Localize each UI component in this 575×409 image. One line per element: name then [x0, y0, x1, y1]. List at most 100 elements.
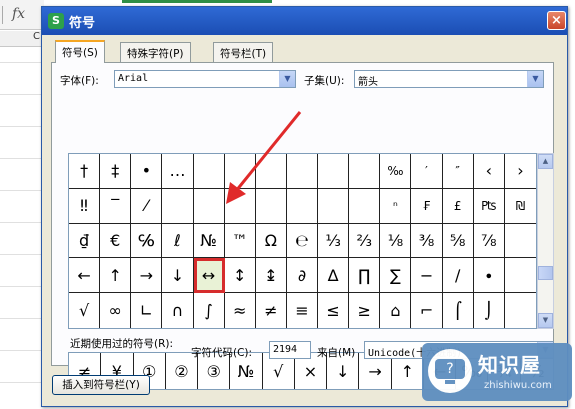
symbol-cell[interactable] [193, 188, 225, 224]
symbol-cell[interactable]: ∏ [349, 258, 381, 294]
symbol-cell[interactable]: ℮ [286, 223, 319, 259]
sheet-row-line [0, 382, 44, 383]
symbol-cell[interactable]: ‼ [69, 188, 101, 224]
symbol-cell[interactable]: ↓ [162, 258, 194, 294]
symbol-cell[interactable] [504, 258, 536, 294]
symbol-cell[interactable] [224, 154, 256, 189]
monitor-screen: ? [435, 359, 465, 379]
symbol-cell[interactable] [286, 154, 319, 189]
symbol-cell[interactable]: ∑ [380, 258, 412, 294]
symbol-cell[interactable]: ‾ [100, 188, 132, 224]
font-select[interactable]: Arial ▼ [114, 70, 296, 88]
symbol-cell[interactable]: ′ [411, 154, 443, 189]
symbol-cell[interactable]: ⌐ [411, 293, 443, 328]
symbol-cell[interactable]: ⌂ [380, 293, 412, 328]
symbol-cell[interactable]: ← [69, 258, 101, 294]
symbol-cell[interactable]: › [504, 154, 536, 189]
symbol-cell[interactable]: ↨ [255, 258, 287, 294]
scroll-down-icon[interactable]: ▼ [538, 313, 553, 328]
tab-symbols[interactable]: 符号(S) [55, 40, 105, 63]
symbol-cell[interactable]: − [411, 258, 443, 294]
symbol-cell[interactable] [255, 188, 287, 224]
symbol-cell[interactable]: ⅞ [473, 223, 505, 259]
symbol-cell[interactable]: … [162, 154, 194, 189]
symbol-cell[interactable]: ∆ [318, 258, 350, 294]
symbol-cell[interactable]: ∞ [100, 293, 132, 328]
symbol-cell[interactable]: ₫ [69, 223, 101, 259]
symbol-cell[interactable]: ₧ [473, 188, 505, 224]
monitor-stand [445, 380, 455, 384]
char-code-input[interactable]: 2194 [269, 341, 311, 359]
symbol-cell[interactable]: ₣ [411, 188, 443, 224]
symbol-cell[interactable]: • [131, 154, 163, 189]
tab-special-characters[interactable]: 特殊字符(P) [120, 42, 191, 62]
symbol-cell[interactable]: ⁄ [131, 188, 163, 224]
symbol-cell[interactable]: ™ [224, 223, 256, 259]
column-header-c[interactable]: C [33, 31, 40, 42]
symbol-cell[interactable] [286, 188, 319, 224]
symbol-cell[interactable]: ≠ [256, 293, 287, 328]
dialog-titlebar[interactable]: S 符号 × [42, 7, 567, 35]
symbol-cell[interactable]: ↑ [100, 258, 132, 294]
symbol-cell[interactable] [504, 224, 536, 259]
symbol-cell[interactable] [193, 154, 225, 189]
symbol-cell[interactable]: € [100, 223, 132, 259]
chevron-down-icon[interactable]: ▼ [279, 71, 295, 87]
symbol-cell[interactable]: ″ [442, 154, 474, 189]
symbol-cell[interactable]: ⅔ [349, 223, 381, 259]
scroll-up-icon[interactable]: ▲ [538, 154, 553, 169]
symbol-cell[interactable]: ≤ [318, 293, 350, 328]
symbol-cell[interactable]: √ [69, 293, 101, 328]
symbol-cell[interactable] [349, 188, 381, 224]
symbol-cell[interactable]: ⅓ [318, 223, 350, 259]
symbol-cell[interactable]: Ω [255, 223, 287, 259]
symbol-cell[interactable]: ∩ [162, 293, 194, 328]
symbol-grid-scrollbar[interactable]: ▲ ▼ [537, 153, 554, 329]
symbol-cell[interactable] [318, 188, 350, 224]
scrollbar-thumb[interactable] [538, 266, 553, 280]
symbol-cell[interactable]: → [131, 258, 163, 294]
symbol-cell[interactable]: ‡ [100, 154, 132, 189]
symbol-cell[interactable]: ∙ [473, 258, 505, 294]
symbol-cell[interactable]: ⌠ [443, 293, 474, 328]
sheet-row-line [0, 350, 44, 351]
fx-icon[interactable]: fx [12, 6, 25, 22]
symbol-cell-selected[interactable]: ↔ [193, 258, 225, 294]
symbol-cell[interactable]: ℅ [131, 223, 163, 259]
insert-to-symbol-bar-button[interactable]: 插入到符号栏(Y) [52, 375, 150, 395]
symbol-cell[interactable]: ‰ [380, 154, 412, 189]
symbol-cell[interactable]: ∟ [131, 293, 163, 328]
symbol-cell[interactable]: ℓ [162, 223, 194, 259]
symbol-cell[interactable]: ⌡ [474, 293, 505, 328]
symbol-cell[interactable]: £ [442, 188, 474, 224]
symbol-cell[interactable]: ≈ [225, 293, 256, 328]
symbol-cell[interactable]: ⅛ [380, 223, 412, 259]
close-button[interactable]: × [547, 11, 566, 30]
symbol-cell[interactable]: ⅜ [411, 223, 443, 259]
symbol-cell[interactable]: ≥ [349, 293, 381, 328]
formula-bar-separator [2, 6, 3, 24]
tab-symbol-bar[interactable]: 符号栏(T) [213, 42, 274, 62]
symbol-cell[interactable]: ∂ [286, 258, 319, 294]
sheet-row-line [0, 190, 44, 191]
symbol-cell[interactable]: ⅝ [442, 223, 474, 259]
symbol-cell[interactable]: ∫ [194, 293, 225, 328]
chevron-down-icon[interactable]: ▼ [527, 71, 543, 87]
symbol-cell[interactable] [255, 154, 287, 189]
symbol-cell[interactable]: ₪ [504, 189, 536, 224]
symbol-cell[interactable]: ⁿ [380, 188, 412, 224]
symbol-cell[interactable] [162, 188, 194, 224]
symbol-cell[interactable] [349, 154, 381, 189]
subset-label: 子集(U): [304, 75, 345, 87]
symbol-cell[interactable]: № [193, 223, 225, 259]
symbol-cell[interactable]: ∕ [442, 258, 474, 294]
symbol-cell[interactable]: ‹ [473, 154, 505, 189]
symbol-cell[interactable] [224, 188, 256, 224]
symbol-cell[interactable]: † [69, 154, 101, 189]
subset-select[interactable]: 箭头 ▼ [354, 70, 544, 88]
symbol-cell[interactable]: ↕ [224, 258, 256, 294]
symbol-cell[interactable]: ≡ [287, 293, 319, 328]
symbol-cell[interactable] [505, 293, 536, 328]
symbol-cell[interactable] [318, 154, 350, 189]
sheet-row-line [0, 94, 44, 95]
